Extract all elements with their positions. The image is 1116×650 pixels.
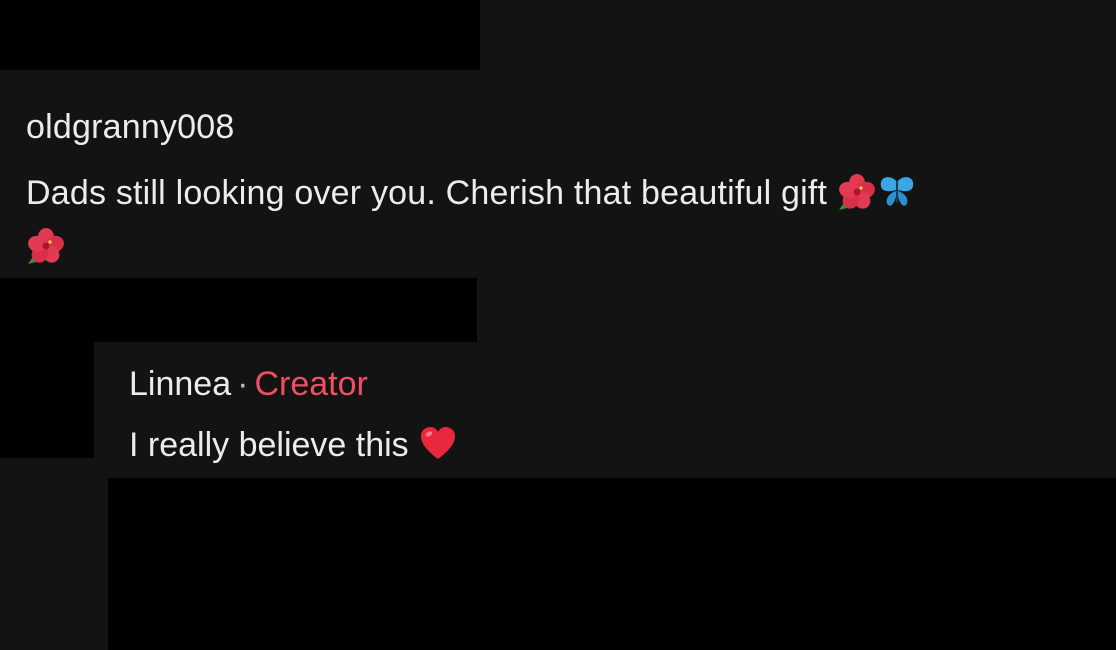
reply-body: I really believe this — [129, 424, 458, 465]
reply-username[interactable]: Linnea — [129, 365, 231, 403]
hibiscus-icon — [26, 226, 66, 266]
comment-username[interactable]: oldgranny008 — [26, 108, 234, 147]
comment-thread-screenshot: oldgranny008 Dads still looking over you… — [0, 0, 1116, 650]
hibiscus-icon — [837, 172, 877, 212]
red-heart-icon — [418, 424, 458, 464]
redacted-region — [0, 342, 94, 458]
creator-badge: Creator — [254, 365, 368, 403]
redacted-region — [0, 0, 480, 70]
separator-dot: · — [237, 365, 249, 403]
comment-body: Dads still looking over you. Cherish tha… — [26, 166, 1106, 274]
butterfly-icon — [877, 172, 917, 212]
reply-text: I really believe this — [129, 426, 409, 464]
reply-header: Linnea · Creator — [129, 365, 368, 404]
redacted-region — [108, 478, 1116, 650]
redacted-region — [0, 278, 477, 342]
comment-text: Dads still looking over you. Cherish tha… — [26, 174, 828, 212]
